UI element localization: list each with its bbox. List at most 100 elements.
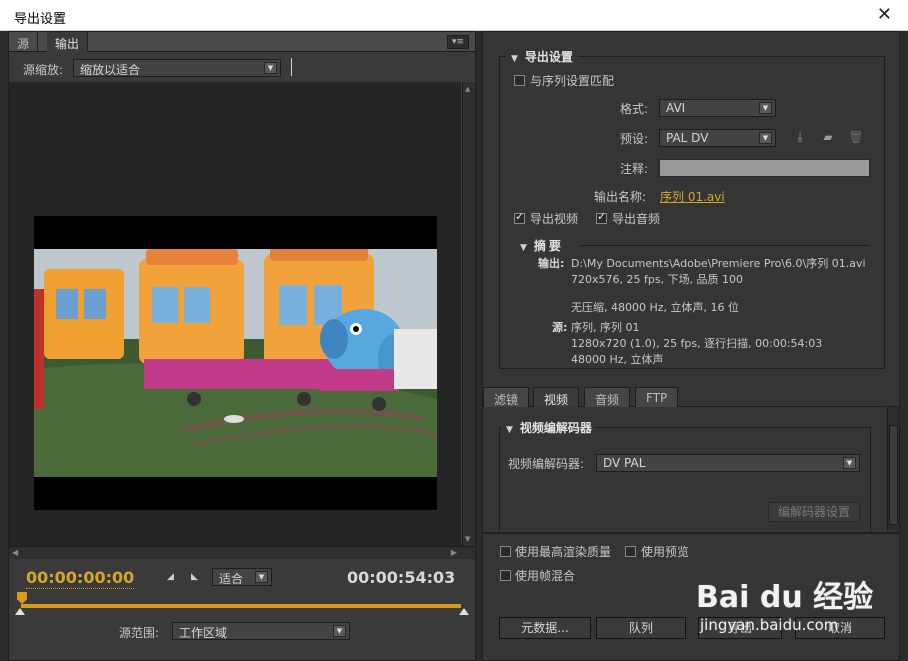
summary-output-label: 输出:: [538, 257, 565, 270]
panel-divider: [483, 532, 899, 534]
max-render-quality-checkbox[interactable]: [500, 546, 511, 557]
source-scale-value: 缩放以适合: [80, 63, 141, 77]
summary-source-name: 序列, 序列 01: [571, 321, 640, 334]
summary-heading[interactable]: ▼ 摘要: [520, 237, 564, 254]
tab-video[interactable]: 视频: [533, 387, 580, 407]
chevron-down-icon: ▼: [843, 457, 856, 469]
source-scale-label: 源缩放:: [23, 63, 64, 77]
use-previews-label: 使用预览: [641, 545, 690, 559]
tab-source[interactable]: 源: [9, 32, 39, 52]
preset-value: PAL DV: [666, 131, 709, 145]
tab-output[interactable]: 输出: [47, 32, 89, 52]
video-codec-label: 视频编解码器:: [508, 457, 585, 471]
preview-tabs: 源 输出 ▾≡: [9, 32, 475, 52]
comment-label: 注释:: [620, 162, 649, 176]
export-audio-checkbox[interactable]: [596, 210, 607, 224]
scroll-down-icon[interactable]: ▼: [465, 535, 470, 543]
preview-horizontal-scrollbar[interactable]: ◀ ▶: [9, 546, 475, 559]
set-out-point-icon[interactable]: ◣: [191, 572, 198, 582]
video-preview: [9, 82, 461, 546]
delete-preset-icon[interactable]: 🗑: [848, 130, 864, 144]
scroll-right-icon[interactable]: ▶: [451, 548, 457, 557]
match-sequence-label: 与序列设置匹配: [530, 74, 615, 88]
title-bar: 导出设置 ✕: [0, 0, 908, 31]
fit-dropdown[interactable]: 适合 ▼: [212, 568, 272, 586]
tab-audio[interactable]: 音频: [584, 387, 631, 407]
video-codec-dropdown[interactable]: DV PAL ▼: [596, 454, 860, 472]
source-range-dropdown[interactable]: 工作区域 ▼: [172, 622, 350, 640]
chevron-down-icon: ▼: [255, 571, 268, 583]
chevron-down-icon: ▼: [759, 102, 772, 114]
tab-ftp[interactable]: FTP: [635, 387, 679, 407]
frame-blending-checkbox[interactable]: [500, 570, 511, 581]
summary-divider: [580, 245, 870, 246]
playhead-icon[interactable]: [17, 592, 27, 604]
export-settings-box: ▼ 导出设置 与序列设置匹配 格式: AVI ▼ 预设: PAL DV ▼ ⤓ ▰…: [499, 48, 885, 369]
export-audio-label: 导出音频: [612, 212, 661, 226]
preset-label: 预设:: [620, 132, 649, 146]
triangle-down-icon: ▼: [511, 54, 518, 64]
comment-field[interactable]: [659, 159, 870, 177]
cancel-button[interactable]: 取消: [795, 617, 885, 639]
export-video-label: 导出视频: [530, 212, 579, 226]
panel-menu-icon[interactable]: ▾≡: [447, 35, 469, 49]
window-title: 导出设置: [14, 12, 67, 27]
video-codec-box: ▼ 视频编解码器 视频编解码器: DV PAL ▼ 编解码器设置: [499, 419, 871, 532]
in-point-marker-icon[interactable]: [15, 608, 25, 615]
format-dropdown[interactable]: AVI ▼: [659, 99, 776, 117]
close-icon[interactable]: ✕: [877, 4, 892, 25]
triangle-down-icon: ▼: [520, 243, 527, 253]
source-scale-dropdown[interactable]: 缩放以适合 ▼: [73, 59, 281, 77]
export-button[interactable]: 导出: [698, 617, 782, 639]
divider: [291, 58, 292, 76]
work-area-bar[interactable]: [21, 604, 461, 608]
import-preset-icon[interactable]: ▰: [820, 130, 836, 144]
source-range-label: 源范围:: [119, 626, 160, 640]
out-point-marker-icon[interactable]: [459, 608, 469, 615]
use-previews-checkbox[interactable]: [625, 546, 636, 557]
scrollbar-thumb[interactable]: [889, 425, 898, 525]
summary-output-path: D:\My Documents\Adobe\Premiere Pro\6.0\序…: [571, 257, 866, 270]
chevron-down-icon: ▼: [759, 132, 772, 144]
codec-settings-button[interactable]: 编解码器设置: [768, 502, 860, 522]
summary-source-video: 1280x720 (1.0), 25 fps, 逐行扫描, 00:00:54:0…: [571, 337, 823, 350]
save-preset-icon[interactable]: ⤓: [792, 130, 808, 144]
timecode-in[interactable]: 00:00:00:00: [26, 568, 135, 589]
time-ruler[interactable]: [15, 592, 469, 615]
timecode-duration: 00:00:54:03: [347, 568, 456, 587]
settings-panel: ▼ 导出设置 与序列设置匹配 格式: AVI ▼ 预设: PAL DV ▼ ⤓ ▰…: [482, 31, 900, 661]
chevron-down-icon: ▼: [333, 625, 346, 637]
queue-button[interactable]: 队列: [596, 617, 686, 639]
summary-output-video: 720x576, 25 fps, 下场, 品质 100: [571, 273, 744, 286]
output-name-link[interactable]: 序列 01.avi: [660, 188, 725, 205]
video-codec-heading[interactable]: ▼ 视频编解码器: [502, 419, 596, 436]
settings-scrollbar[interactable]: [887, 407, 899, 531]
video-frame: [34, 216, 437, 510]
export-settings-heading[interactable]: ▼ 导出设置: [506, 48, 578, 65]
scroll-left-icon[interactable]: ◀: [12, 548, 18, 557]
fit-value: 适合: [219, 572, 244, 586]
summary-source-audio: 48000 Hz, 立体声: [571, 353, 664, 366]
video-codec-value: DV PAL: [603, 456, 646, 470]
summary-output-audio: 无压缩, 48000 Hz, 立体声, 16 位: [571, 301, 740, 314]
output-name-label: 输出名称:: [594, 190, 647, 204]
tab-filters[interactable]: 滤镜: [483, 387, 530, 407]
video-tab-content: ▼ 视频编解码器 视频编解码器: DV PAL ▼ 编解码器设置: [483, 407, 885, 532]
chevron-down-icon: ▼: [264, 62, 277, 74]
triangle-down-icon: ▼: [506, 425, 513, 435]
format-value: AVI: [666, 101, 686, 115]
max-render-quality-label: 使用最高渲染质量: [515, 545, 612, 559]
summary-source-label: 源:: [552, 321, 568, 334]
frame-blending-label: 使用帧混合: [515, 569, 576, 583]
settings-tabs: 滤镜 视频 音频 FTP: [483, 387, 899, 407]
source-range-value: 工作区域: [179, 626, 228, 640]
preview-image: [34, 249, 437, 477]
scroll-up-icon[interactable]: ▲: [465, 85, 470, 93]
set-in-point-icon[interactable]: ◢: [167, 572, 174, 582]
preset-dropdown[interactable]: PAL DV ▼: [659, 129, 776, 147]
match-sequence-checkbox[interactable]: [514, 75, 525, 86]
metadata-button[interactable]: 元数据...: [499, 617, 591, 639]
preview-vertical-scrollbar[interactable]: ▲ ▼: [462, 82, 475, 546]
export-video-checkbox[interactable]: [514, 210, 525, 224]
train-scene-image: [34, 249, 437, 477]
